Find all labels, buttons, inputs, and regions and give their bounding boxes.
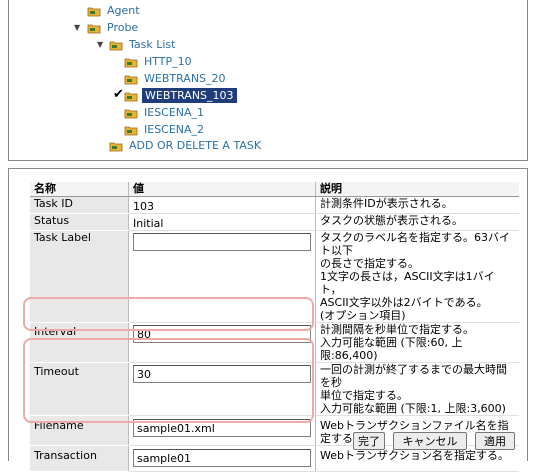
apply-button[interactable]: 適用	[475, 432, 515, 450]
description-line: ASCII文字以外は2バイトである。	[320, 296, 488, 309]
table-row-timeout: Timeout 一回の計測が終了するまでの最大時間を秒 単位で指定する。 入力可…	[30, 362, 519, 416]
table-row-status: Status Initial タスクの状態が表示される。	[30, 213, 519, 231]
task-tree-panel: Agent ▼ Probe ▼ Task List HTTP_10 WEBTRA…	[8, 0, 528, 161]
task-label-cell	[128, 230, 316, 323]
field-label-interval: Interval	[30, 322, 129, 363]
task-label-input[interactable]	[133, 233, 311, 251]
folder-icon	[87, 4, 101, 18]
task-properties-table: 名称 値 説明 Task ID 103 計測条件IDが表示される。 Status…	[30, 182, 519, 472]
task-icon	[124, 72, 138, 86]
interval-description: 計測間隔を秒単位で指定する。 入力可能な範囲 (下限:60, 上限:86,400…	[315, 322, 519, 363]
tree-item-agent[interactable]: Agent	[87, 2, 142, 19]
filename-input[interactable]	[133, 419, 311, 437]
tree-item-probe[interactable]: Probe	[87, 19, 140, 36]
interval-input[interactable]	[133, 325, 311, 343]
task-icon	[124, 55, 138, 69]
timeout-description: 一回の計測が終了するまでの最大時間を秒 単位で指定する。 入力可能な範囲 (下限…	[315, 362, 519, 416]
description-line: 単位で指定する。	[320, 389, 408, 402]
table-row-interval: Interval 計測間隔を秒単位で指定する。 入力可能な範囲 (下限:60, …	[30, 322, 519, 363]
field-label-task-id: Task ID	[30, 196, 129, 214]
tree-item-webtrans-20[interactable]: WEBTRANS_20	[124, 70, 228, 87]
expand-arrow-icon[interactable]: ▼	[74, 19, 80, 36]
field-label-timeout: Timeout	[30, 362, 129, 416]
tree-item-iescena-1[interactable]: IESCENA_1	[124, 104, 206, 121]
description-line: の長さで指定する。	[320, 257, 419, 270]
transaction-input[interactable]	[133, 449, 311, 467]
description-line: 入力可能な範囲 (下限:60, 上限:86,400)	[320, 336, 463, 362]
task-icon	[124, 89, 138, 103]
description-line: 1文字の長さは，ASCII文字は1バイト，	[320, 270, 495, 296]
task-icon	[124, 106, 138, 120]
timeout-cell	[128, 362, 316, 416]
checkmark-icon: ✔	[113, 87, 124, 102]
field-label-task-label: Task Label	[30, 230, 129, 323]
status-value: Initial	[128, 213, 316, 231]
tree-item-webtrans-103[interactable]: WEBTRANS_103	[124, 87, 237, 104]
folder-icon	[109, 38, 123, 52]
tree-item-task-list[interactable]: Task List	[109, 36, 177, 53]
column-header-description: 説明	[315, 182, 519, 197]
description-line: タスクの状態が表示される。	[320, 214, 463, 227]
description-line: 計測条件IDが表示される。	[320, 197, 453, 210]
status-description: タスクの状態が表示される。	[315, 213, 519, 231]
interval-cell	[128, 322, 316, 363]
tree-item-iescena-2[interactable]: IESCENA_2	[124, 121, 206, 138]
task-label-description: タスクのラベル名を指定する。63バイト以下 の長さで指定する。 1文字の長さは，…	[315, 230, 519, 323]
cancel-button[interactable]: キャンセル	[393, 432, 467, 450]
folder-icon	[109, 139, 123, 153]
task-icon	[124, 123, 138, 137]
filename-cell	[128, 415, 316, 446]
description-line: 一回の計測が終了するまでの最大時間を秒	[320, 363, 507, 389]
task-id-description: 計測条件IDが表示される。	[315, 196, 519, 214]
description-line: 入力可能な範囲 (下限:1, 上限:3,600)	[320, 402, 506, 415]
table-row-task-label: Task Label タスクのラベル名を指定する。63バイト以下 の長さで指定す…	[30, 230, 519, 323]
transaction-cell	[128, 445, 316, 472]
field-label-status: Status	[30, 213, 129, 231]
table-header-row: 名称 値 説明	[30, 182, 519, 197]
description-line: 計測間隔を秒単位で指定する。	[320, 323, 474, 336]
timeout-input[interactable]	[133, 365, 311, 383]
description-line: タスクのラベル名を指定する。63バイト以下	[320, 231, 510, 257]
task-id-value: 103	[128, 196, 316, 214]
expand-arrow-icon[interactable]: ▼	[97, 36, 103, 53]
column-header-value: 値	[128, 182, 316, 197]
field-label-filename: Filename	[30, 415, 129, 446]
description-line: (オプション項目)	[320, 309, 406, 322]
tree-item-add-or-delete-task[interactable]: ADD OR DELETE A TASK	[109, 137, 263, 154]
field-label-transaction: Transaction	[30, 445, 129, 472]
tree-item-http-10[interactable]: HTTP_10	[124, 53, 194, 70]
table-row-task-id: Task ID 103 計測条件IDが表示される。	[30, 196, 519, 214]
finish-button[interactable]: 完了	[353, 432, 385, 450]
column-header-name: 名称	[30, 182, 129, 197]
folder-icon	[87, 21, 101, 35]
